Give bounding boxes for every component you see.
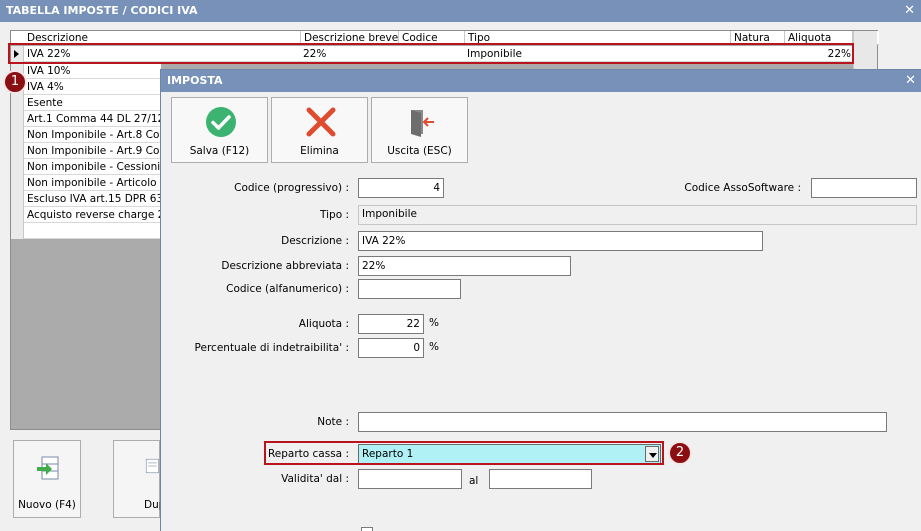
- tipo-label: Tipo :: [320, 209, 349, 221]
- check-icon: [206, 107, 236, 137]
- descrizione-abbreviata-label: Descrizione abbreviata :: [221, 260, 349, 272]
- elimina-label: Elimina: [300, 145, 339, 157]
- highlight-selected-row: [8, 43, 854, 64]
- row-indicator: [11, 111, 24, 127]
- uscita-button[interactable]: Uscita (ESC): [371, 97, 468, 163]
- table-row[interactable]: Non imponibile - Cessioni ve: [11, 159, 161, 175]
- duplica-button[interactable]: Dup: [113, 440, 166, 518]
- table-row[interactable]: IVA 4%: [11, 79, 161, 95]
- cell-descrizione: Escluso IVA art.15 DPR 633,: [27, 193, 161, 205]
- close-icon[interactable]: ✕: [905, 70, 916, 92]
- validita-al-field[interactable]: [489, 469, 592, 489]
- descrizione-field[interactable]: IVA 22%: [358, 231, 763, 251]
- note-label: Note :: [317, 416, 349, 428]
- cell-descrizione: IVA 10%: [27, 65, 71, 77]
- cell-descrizione: Acquisto reverse charge 22: [27, 209, 161, 221]
- validita-dal-field[interactable]: [358, 469, 462, 489]
- row-indicator: [11, 159, 24, 175]
- cell-descrizione: Non imponibile - Cessioni ve: [27, 161, 161, 173]
- validita-al-label: al: [469, 475, 479, 487]
- row-indicator: [11, 223, 24, 239]
- window-title-bar: TABELLA IMPOSTE / CODICI IVA ✕: [0, 0, 921, 22]
- row-indicator: [11, 127, 24, 143]
- table-row[interactable]: Non imponibile - Articolo 41 I: [11, 175, 161, 191]
- note-field[interactable]: [358, 412, 887, 432]
- descrizione-abbreviata-field[interactable]: 22%: [358, 256, 571, 276]
- highlight-reparto-cassa: [264, 441, 664, 465]
- cell-descrizione: Non Imponibile - Art.8 Co.2: [27, 129, 161, 141]
- table-row[interactable]: Escluso IVA art.15 DPR 633,: [11, 191, 161, 207]
- codice-progressivo-field[interactable]: 4: [358, 178, 444, 198]
- elimina-button[interactable]: Elimina: [271, 97, 368, 163]
- codice-alfanumerico-label: Codice (alfanumerico) :: [226, 283, 349, 295]
- uscita-label: Uscita (ESC): [387, 145, 452, 157]
- salva-button[interactable]: Salva (F12): [171, 97, 268, 163]
- row-indicator: [11, 191, 24, 207]
- salva-label: Salva (F12): [189, 145, 250, 157]
- aliquota-unit: %: [429, 317, 439, 329]
- codice-progressivo-label: Codice (progressivo) :: [234, 182, 349, 194]
- duplica-label: Dup: [144, 499, 166, 511]
- table-row[interactable]: IVA 10%: [11, 63, 161, 79]
- duplicate-icon: [145, 458, 159, 474]
- table-row[interactable]: Non Imponibile - Art.8 Co.2: [11, 127, 161, 143]
- row-indicator: [11, 207, 24, 223]
- cell-descrizione: Non imponibile - Articolo 41 I: [27, 177, 161, 189]
- table-row[interactable]: Esente: [11, 95, 161, 111]
- descrizione-label: Descrizione :: [281, 235, 349, 247]
- close-icon[interactable]: ✕: [904, 0, 915, 22]
- codice-alfanumerico-field[interactable]: [358, 279, 461, 299]
- cell-descrizione: Esente: [27, 97, 63, 109]
- nuovo-button[interactable]: Nuovo (F4): [13, 440, 81, 518]
- table-row[interactable]: Non Imponibile - Art.9 Co.2: [11, 143, 161, 159]
- codice-assosoftware-label: Codice AssoSoftware :: [684, 182, 801, 194]
- tipo-field: Imponibile: [358, 205, 917, 225]
- checkbox[interactable]: [361, 527, 373, 531]
- callout-badge-1: 1: [3, 70, 27, 94]
- delete-x-icon: [306, 107, 336, 137]
- exit-door-icon: [411, 110, 434, 137]
- aliquota-field[interactable]: 22: [358, 314, 424, 334]
- table-row-empty[interactable]: [11, 223, 161, 239]
- window-title: TABELLA IMPOSTE / CODICI IVA: [6, 4, 198, 17]
- validita-dal-label: Validita' dal :: [281, 473, 349, 485]
- percentuale-indetraibilita-unit: %: [429, 341, 439, 353]
- table-row[interactable]: Acquisto reverse charge 22: [11, 207, 161, 223]
- aliquota-label: Aliquota :: [298, 318, 349, 330]
- percentuale-indetraibilita-label: Percentuale di indetraibilita' :: [194, 342, 349, 354]
- nuovo-label: Nuovo (F4): [18, 499, 76, 511]
- new-row-icon: [37, 456, 59, 480]
- cell-descrizione: IVA 4%: [27, 81, 64, 93]
- percentuale-indetraibilita-field[interactable]: 0: [358, 338, 424, 358]
- dialog-title: IMPOSTA: [167, 74, 223, 87]
- row-indicator: [11, 175, 24, 191]
- cell-descrizione: Non Imponibile - Art.9 Co.2: [27, 145, 161, 157]
- dialog-title-bar: IMPOSTA ✕: [161, 70, 921, 92]
- cell-descrizione: Art.1 Comma 44 DL 27/12/2: [27, 113, 161, 125]
- row-indicator: [11, 143, 24, 159]
- callout-badge-2: 2: [668, 441, 692, 465]
- row-indicator: [11, 95, 24, 111]
- table-row[interactable]: Art.1 Comma 44 DL 27/12/2: [11, 111, 161, 127]
- codice-assosoftware-field[interactable]: [811, 178, 917, 198]
